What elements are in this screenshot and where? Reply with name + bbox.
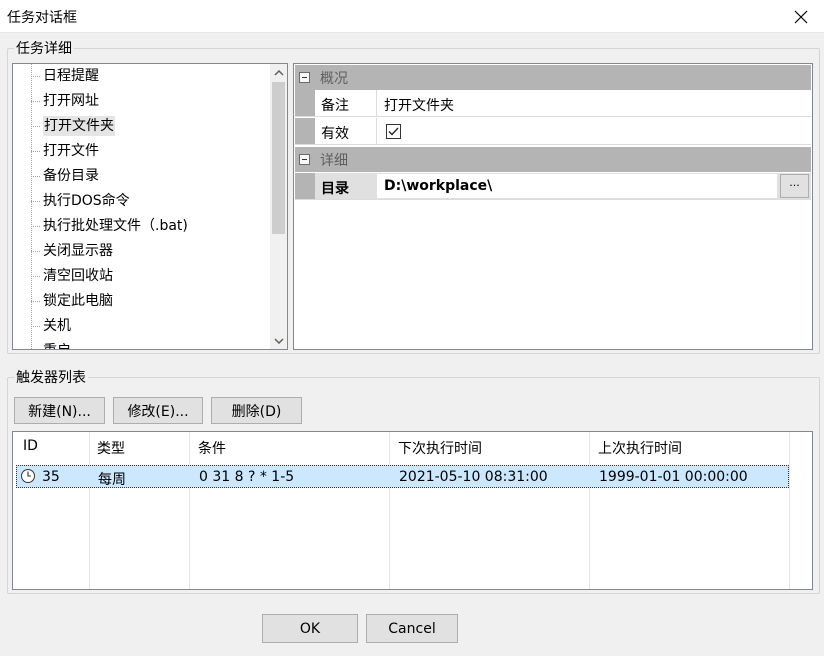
tree-scrollbar[interactable] — [270, 64, 287, 349]
divider — [376, 118, 377, 144]
cell-next-run: 2021-05-10 08:31:00 — [399, 469, 548, 485]
directory-value[interactable]: D:\workplace\ — [384, 178, 492, 194]
tree-item[interactable]: 锁定此电脑 — [13, 289, 113, 314]
scroll-thumb[interactable] — [272, 82, 285, 234]
tree-item[interactable]: 打开文件 — [13, 139, 99, 164]
scroll-up-button[interactable] — [270, 64, 287, 81]
title-bar: 任务对话框 — [0, 0, 824, 33]
check-icon — [388, 127, 399, 136]
row-margin — [295, 173, 315, 199]
delete-trigger-button[interactable]: 删除(D) — [211, 397, 302, 424]
browse-button[interactable]: ... — [780, 174, 809, 198]
property-name: 目录 — [321, 181, 349, 197]
table-header: ID 类型 条件 下次执行时间 上次执行时间 — [13, 432, 790, 463]
table-row[interactable]: 35 每周 0 31 8 ? * 1-5 2021-05-10 08:31:00… — [16, 465, 789, 488]
tree-item[interactable]: 日程提醒 — [13, 64, 99, 89]
trigger-table[interactable]: ID 类型 条件 下次执行时间 上次执行时间 35 每周 0 31 8 ? * … — [12, 431, 813, 590]
property-row-note[interactable]: 备注 打开文件夹 — [295, 90, 811, 117]
tree-item[interactable]: 清空回收站 — [13, 264, 113, 289]
property-row-enabled[interactable]: 有效 — [295, 118, 811, 145]
collapse-icon[interactable] — [299, 72, 310, 83]
column-separator — [89, 432, 90, 589]
tree-item[interactable]: 打开网址 — [13, 89, 99, 114]
edit-trigger-button[interactable]: 修改(E)... — [113, 397, 203, 424]
property-value[interactable]: 打开文件夹 — [384, 95, 454, 115]
property-name: 有效 — [321, 126, 349, 142]
column-separator — [189, 432, 190, 589]
property-row-directory[interactable]: 目录 D:\workplace\ ... — [295, 173, 811, 200]
property-name: 备注 — [321, 98, 349, 114]
property-grid[interactable]: 概况 备注 打开文件夹 有效 详细 目录 D:\workplace\ ... — [293, 63, 813, 350]
tree-item[interactable]: 关闭显示器 — [13, 239, 113, 264]
category-overview[interactable]: 概况 — [295, 65, 811, 90]
enabled-checkbox[interactable] — [386, 124, 401, 139]
cancel-button[interactable]: Cancel — [366, 614, 458, 643]
column-separator — [789, 432, 790, 589]
column-separator — [389, 432, 390, 589]
column-header-last-run[interactable]: 上次执行时间 — [598, 438, 682, 458]
tree-item[interactable]: 执行DOS命令 — [13, 189, 130, 214]
column-header-id[interactable]: ID — [23, 438, 38, 454]
trigger-list-legend: 触发器列表 — [16, 370, 86, 386]
ok-button[interactable]: OK — [262, 614, 358, 643]
collapse-icon[interactable] — [299, 154, 310, 165]
row-margin — [295, 90, 315, 116]
tree-item[interactable]: 重启 — [13, 339, 71, 349]
tree-item-selected[interactable]: 打开文件夹 — [13, 114, 115, 139]
cell-last-run: 1999-01-01 00:00:00 — [599, 469, 748, 485]
column-separator — [589, 432, 590, 589]
close-icon — [794, 10, 808, 23]
tree-item[interactable]: 关机 — [13, 314, 71, 339]
clock-icon — [21, 469, 35, 483]
divider — [376, 90, 377, 116]
cell-condition: 0 31 8 ? * 1-5 — [199, 469, 295, 485]
task-detail-legend: 任务详细 — [16, 41, 72, 57]
column-header-next-run[interactable]: 下次执行时间 — [398, 438, 482, 458]
chevron-down-icon — [273, 337, 284, 344]
category-label: 详细 — [320, 153, 348, 169]
tree-item[interactable]: 备份目录 — [13, 164, 99, 189]
category-label: 概况 — [320, 71, 348, 87]
new-trigger-button[interactable]: 新建(N)... — [14, 397, 105, 424]
cell-id: 35 — [42, 469, 60, 485]
column-header-condition[interactable]: 条件 — [198, 438, 226, 458]
tree-item[interactable]: 执行批处理文件（.bat) — [13, 214, 188, 239]
category-detail[interactable]: 详细 — [295, 147, 811, 172]
chevron-up-icon — [273, 69, 284, 76]
cell-type: 每周 — [98, 472, 126, 488]
window-title: 任务对话框 — [7, 10, 77, 26]
close-button[interactable] — [778, 0, 824, 33]
row-margin — [295, 118, 315, 144]
task-type-tree[interactable]: 日程提醒 打开网址 打开文件夹 打开文件 备份目录 执行DOS命令 执行批处理文… — [12, 63, 288, 350]
scroll-down-button[interactable] — [270, 332, 287, 349]
column-header-type[interactable]: 类型 — [97, 438, 125, 458]
